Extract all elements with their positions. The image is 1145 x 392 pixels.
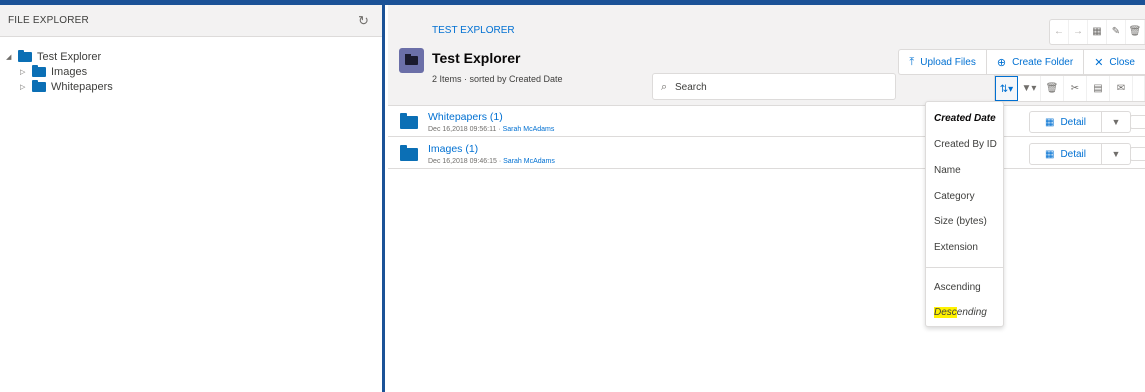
search-highlight: Desc <box>934 307 957 318</box>
forward-arrow-icon[interactable]: → <box>1069 20 1088 44</box>
edit-pencil-icon[interactable]: ✎ <box>1107 20 1126 44</box>
page-title: Test Explorer <box>432 50 521 66</box>
upload-files-button[interactable]: ⤒ Upload Files <box>899 50 987 74</box>
sort-dropdown-menu: Created Date Created By ID Name Category… <box>925 101 1004 327</box>
create-folder-label: Create Folder <box>1012 56 1074 68</box>
sort-option-created-date[interactable]: Created Date <box>934 113 996 124</box>
row-dropdown-button[interactable]: ▼ <box>1102 144 1130 164</box>
item-meta: Dec 16,2018 09:46:15 · Sarah McAdams <box>428 158 555 165</box>
sort-option-category[interactable]: Category <box>934 191 975 202</box>
close-button[interactable]: ✕ Close <box>1084 50 1145 74</box>
breadcrumb[interactable]: TEST EXPLORER <box>432 25 515 36</box>
tree-item-label: Test Explorer <box>37 50 102 63</box>
caret-right-icon[interactable]: ▷ <box>20 83 30 91</box>
item-meta: Dec 16,2018 09:56:11 · Sarah McAdams <box>428 126 554 133</box>
list-toolbar: ⇅▾ ▼▾ 🗑 ✂ ▤ ✉ <box>994 75 1145 102</box>
folder-title-icon <box>399 48 424 73</box>
file-explorer-panel: FILE EXPLORER ↻ ◢ Test Explorer ▷ Images… <box>0 5 385 392</box>
create-folder-button[interactable]: ⊕ Create Folder <box>987 50 1085 74</box>
back-arrow-icon[interactable]: ← <box>1050 20 1069 44</box>
folder-icon <box>400 145 418 161</box>
search-icon: ⌕ <box>661 81 668 93</box>
upload-icon: ⤒ <box>909 55 915 68</box>
folder-icon <box>18 49 32 62</box>
item-owner-link[interactable]: Sarah McAdams <box>503 126 555 133</box>
sort-option-size[interactable]: Size (bytes) <box>934 216 987 227</box>
row-checkbox[interactable] <box>1130 147 1145 161</box>
row-checkbox[interactable] <box>1130 115 1145 129</box>
detail-label: Detail <box>1060 116 1087 128</box>
list-item[interactable]: Whitepapers (1) Dec 16,2018 09:56:11 · S… <box>388 106 1145 137</box>
folder-icon <box>32 79 46 92</box>
tree-item-test-explorer[interactable]: ◢ Test Explorer <box>6 49 113 64</box>
delete-icon[interactable]: 🗑 <box>1041 76 1064 101</box>
tree-item-whitepapers[interactable]: ▷ Whitepapers <box>6 79 113 94</box>
trash-icon[interactable]: 🗑 <box>1126 20 1145 44</box>
detail-table-icon: ▦ <box>1044 148 1055 160</box>
row-actions: ▦ Detail ▼ <box>1029 111 1131 133</box>
detail-label: Detail <box>1060 148 1087 160</box>
menu-divider <box>926 267 1003 268</box>
row-actions: ▦ Detail ▼ <box>1029 143 1131 165</box>
grid-view-icon[interactable]: ▦ <box>1088 20 1107 44</box>
caret-right-icon[interactable]: ▷ <box>20 68 30 76</box>
close-icon: ✕ <box>1094 56 1104 69</box>
item-date: Dec 16,2018 09:46:15 <box>428 158 497 165</box>
top-icon-group: ← → ▦ ✎ 🗑 <box>1049 19 1145 45</box>
folder-tree: ◢ Test Explorer ▷ Images ▷ Whitepapers <box>6 49 113 94</box>
header-action-bar: ⤒ Upload Files ⊕ Create Folder ✕ Close <box>898 49 1145 75</box>
search-box[interactable]: ⌕ <box>652 73 896 100</box>
tree-item-images[interactable]: ▷ Images <box>6 64 113 79</box>
detail-button[interactable]: ▦ Detail <box>1030 144 1102 164</box>
main-header: TEST EXPLORER Test Explorer 2 Items · so… <box>388 5 1145 106</box>
select-all-checkbox[interactable] <box>1133 76 1145 101</box>
sort-order-ascending[interactable]: Ascending <box>934 282 981 293</box>
main-panel: TEST EXPLORER Test Explorer 2 Items · so… <box>388 5 1145 392</box>
folder-icon <box>400 113 418 129</box>
sort-order-descending[interactable]: Descending <box>934 307 987 318</box>
plus-circle-icon: ⊕ <box>996 56 1007 69</box>
close-label: Close <box>1109 56 1135 68</box>
item-name-link[interactable]: Whitepapers (1) <box>428 111 503 123</box>
folder-icon <box>32 64 46 77</box>
sort-option-extension[interactable]: Extension <box>934 242 978 253</box>
item-name-link[interactable]: Images (1) <box>428 143 478 155</box>
items-summary: 2 Items · sorted by Created Date <box>432 74 563 84</box>
sort-option-created-by-id[interactable]: Created By ID <box>934 139 997 150</box>
cut-icon[interactable]: ✂ <box>1064 76 1087 101</box>
sort-option-name[interactable]: Name <box>934 165 961 176</box>
paste-icon[interactable]: ▤ <box>1087 76 1110 101</box>
item-date: Dec 16,2018 09:56:11 <box>428 126 497 133</box>
filter-icon[interactable]: ▼▾ <box>1018 76 1041 101</box>
upload-files-label: Upload Files <box>920 56 976 68</box>
caret-down-icon[interactable]: ◢ <box>6 53 16 61</box>
email-icon[interactable]: ✉ <box>1110 76 1133 101</box>
list-item[interactable]: Images (1) Dec 16,2018 09:46:15 · Sarah … <box>388 138 1145 169</box>
sort-button[interactable]: ⇅▾ <box>995 76 1018 101</box>
file-explorer-header: FILE EXPLORER ↻ <box>0 5 382 37</box>
row-dropdown-button[interactable]: ▼ <box>1102 112 1130 132</box>
sort-order-descending-rest: ending <box>956 307 987 318</box>
refresh-icon[interactable]: ↻ <box>358 14 372 28</box>
item-owner-link[interactable]: Sarah McAdams <box>503 158 555 165</box>
tree-item-label: Images <box>51 65 88 78</box>
detail-table-icon: ▦ <box>1044 116 1055 128</box>
tree-item-label: Whitepapers <box>51 80 113 93</box>
file-explorer-title: FILE EXPLORER <box>8 15 89 26</box>
search-input[interactable] <box>675 79 885 95</box>
detail-button[interactable]: ▦ Detail <box>1030 112 1102 132</box>
